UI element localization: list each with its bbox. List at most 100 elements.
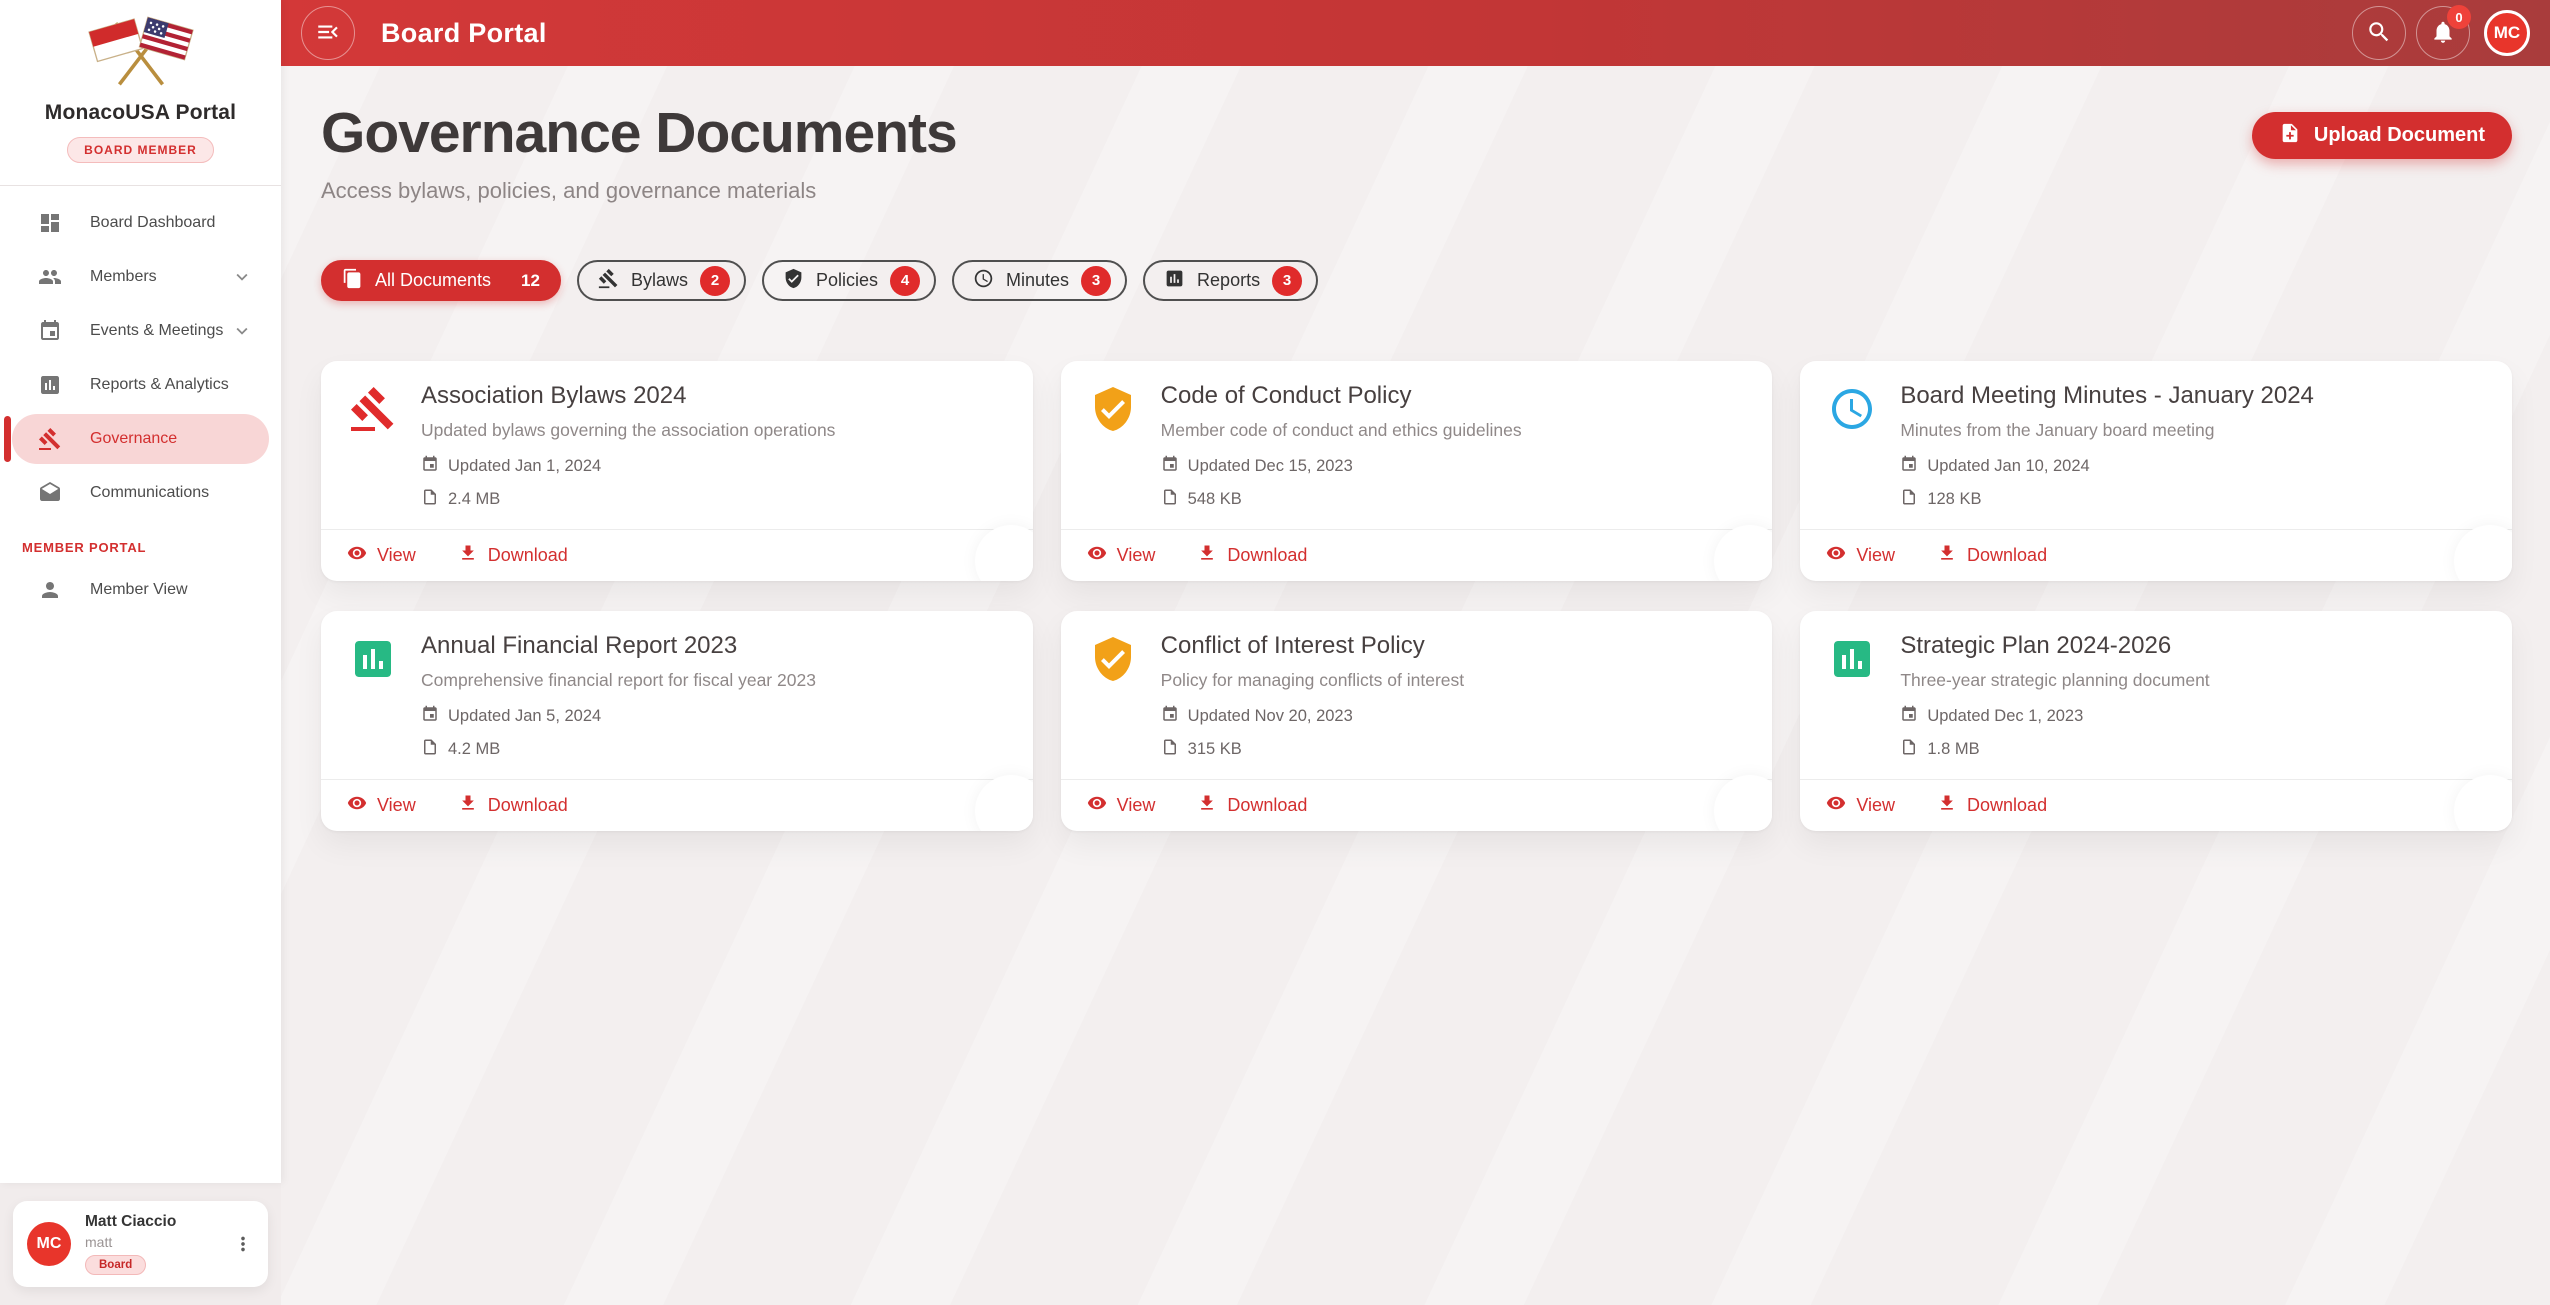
filter-chip-reports[interactable]: Reports 3 bbox=[1143, 260, 1318, 301]
download-icon bbox=[1197, 543, 1217, 568]
document-description: Policy for managing conflicts of interes… bbox=[1161, 670, 1745, 691]
more-vert-icon[interactable] bbox=[232, 1233, 254, 1255]
role-badge: BOARD MEMBER bbox=[67, 137, 214, 163]
download-button[interactable]: Download bbox=[1937, 793, 2047, 818]
download-button[interactable]: Download bbox=[458, 543, 568, 568]
file-icon bbox=[1161, 488, 1179, 511]
person-icon bbox=[38, 578, 62, 602]
sidebar-panel: MonacoUSA Portal BOARD MEMBER Board Dash… bbox=[0, 0, 281, 1183]
app-bar: Board Portal 0 MC bbox=[281, 0, 2550, 66]
view-button[interactable]: View bbox=[1087, 543, 1156, 568]
document-updated: Updated Jan 5, 2024 bbox=[448, 707, 601, 726]
document-title: Board Meeting Minutes - January 2024 bbox=[1900, 382, 2484, 410]
view-button[interactable]: View bbox=[1826, 793, 1895, 818]
main-area: Board Portal 0 MC Governance Documents A… bbox=[281, 0, 2550, 1305]
file-icon bbox=[421, 488, 439, 511]
sidebar-item-governance[interactable]: Governance bbox=[12, 414, 269, 464]
chip-count-badge: 3 bbox=[1081, 266, 1111, 296]
user-role-badge: Board bbox=[85, 1255, 146, 1275]
upload-document-button[interactable]: Upload Document bbox=[2252, 112, 2512, 159]
page-content: Governance Documents Access bylaws, poli… bbox=[281, 66, 2550, 1305]
clock-icon bbox=[1828, 385, 1876, 433]
sidebar-item-label: Members bbox=[90, 268, 157, 286]
filter-chip-policies[interactable]: Policies 4 bbox=[762, 260, 936, 301]
view-button[interactable]: View bbox=[1087, 793, 1156, 818]
upload-file-icon bbox=[2279, 122, 2301, 150]
sidebar-item-label: Member View bbox=[90, 581, 188, 599]
file-icon bbox=[1900, 738, 1918, 761]
document-card: Conflict of Interest Policy Policy for m… bbox=[1061, 611, 1773, 831]
search-button[interactable] bbox=[2352, 6, 2406, 60]
filter-chip-all-documents[interactable]: All Documents 12 bbox=[321, 260, 561, 301]
appbar-avatar[interactable]: MC bbox=[2484, 10, 2530, 56]
user-name: Matt Ciaccio bbox=[85, 1213, 176, 1231]
download-button[interactable]: Download bbox=[458, 793, 568, 818]
file-icon bbox=[1900, 488, 1918, 511]
chip-label: Reports bbox=[1197, 270, 1260, 291]
eye-icon bbox=[1087, 793, 1107, 818]
view-button[interactable]: View bbox=[347, 793, 416, 818]
document-size: 1.8 MB bbox=[1927, 740, 1979, 759]
download-button[interactable]: Download bbox=[1197, 543, 1307, 568]
chip-label: Policies bbox=[816, 270, 878, 291]
calendar-icon bbox=[1900, 705, 1918, 728]
download-button[interactable]: Download bbox=[1937, 543, 2047, 568]
download-icon bbox=[1937, 543, 1957, 568]
app-bar-title: Board Portal bbox=[381, 18, 547, 49]
document-size: 548 KB bbox=[1188, 490, 1242, 509]
sidebar-footer: MC Matt Ciaccio matt Board bbox=[0, 1183, 281, 1305]
sidebar-item-members[interactable]: Members bbox=[12, 252, 269, 302]
document-updated: Updated Dec 15, 2023 bbox=[1188, 457, 1353, 476]
download-button[interactable]: Download bbox=[1197, 793, 1307, 818]
eye-icon bbox=[1087, 543, 1107, 568]
filter-chip-minutes[interactable]: Minutes 3 bbox=[952, 260, 1127, 301]
download-icon bbox=[1937, 793, 1957, 818]
sidebar-item-events-meetings[interactable]: Events & Meetings bbox=[12, 306, 269, 356]
document-card: Strategic Plan 2024-2026 Three-year stra… bbox=[1800, 611, 2512, 831]
document-title: Code of Conduct Policy bbox=[1161, 382, 1745, 410]
chip-count-badge: 2 bbox=[700, 266, 730, 296]
document-title: Conflict of Interest Policy bbox=[1161, 632, 1745, 660]
monaco-flag bbox=[89, 19, 142, 61]
sidebar-item-board-dashboard[interactable]: Board Dashboard bbox=[12, 198, 269, 248]
usa-flag bbox=[139, 17, 192, 59]
filter-chip-row: All Documents 12 Bylaws 2 Policies 4 Min… bbox=[321, 260, 2512, 301]
document-title: Annual Financial Report 2023 bbox=[421, 632, 1005, 660]
user-card[interactable]: MC Matt Ciaccio matt Board bbox=[13, 1201, 268, 1287]
document-updated: Updated Nov 20, 2023 bbox=[1188, 707, 1353, 726]
document-card: Association Bylaws 2024 Updated bylaws g… bbox=[321, 361, 1033, 581]
document-card: Code of Conduct Policy Member code of co… bbox=[1061, 361, 1773, 581]
portal-title: MonacoUSA Portal bbox=[0, 101, 281, 125]
sidebar-item-reports-analytics[interactable]: Reports & Analytics bbox=[12, 360, 269, 410]
sidebar-nav: Board Dashboard Members Events & Meeting… bbox=[0, 196, 281, 520]
download-icon bbox=[1197, 793, 1217, 818]
user-handle: matt bbox=[85, 1234, 176, 1250]
calendar-icon bbox=[421, 455, 439, 478]
view-button[interactable]: View bbox=[347, 543, 416, 568]
chip-count-badge: 3 bbox=[1272, 266, 1302, 296]
sidebar-item-label: Communications bbox=[90, 484, 209, 502]
view-label: View bbox=[1117, 795, 1156, 816]
download-label: Download bbox=[488, 545, 568, 566]
search-icon bbox=[2366, 19, 2392, 48]
document-description: Updated bylaws governing the association… bbox=[421, 420, 1005, 441]
chip-label: Minutes bbox=[1006, 270, 1069, 291]
document-description: Three-year strategic planning document bbox=[1900, 670, 2484, 691]
download-icon bbox=[458, 793, 478, 818]
file-icon bbox=[1161, 738, 1179, 761]
upload-button-label: Upload Document bbox=[2314, 124, 2485, 147]
page-subtitle: Access bylaws, policies, and governance … bbox=[321, 178, 957, 204]
dashboard-icon bbox=[38, 211, 62, 235]
menu-toggle-button[interactable] bbox=[301, 6, 355, 60]
gavel-icon bbox=[38, 427, 62, 451]
page-title: Governance Documents bbox=[321, 100, 957, 166]
sidebar: MonacoUSA Portal BOARD MEMBER Board Dash… bbox=[0, 0, 281, 1305]
view-label: View bbox=[1856, 545, 1895, 566]
filter-chip-bylaws[interactable]: Bylaws 2 bbox=[577, 260, 746, 301]
sidebar-item-member-view[interactable]: Member View bbox=[12, 565, 269, 615]
gavel-icon bbox=[598, 268, 619, 294]
view-button[interactable]: View bbox=[1826, 543, 1895, 568]
calendar-icon bbox=[1161, 705, 1179, 728]
sidebar-item-communications[interactable]: Communications bbox=[12, 468, 269, 518]
people-icon bbox=[38, 265, 62, 289]
